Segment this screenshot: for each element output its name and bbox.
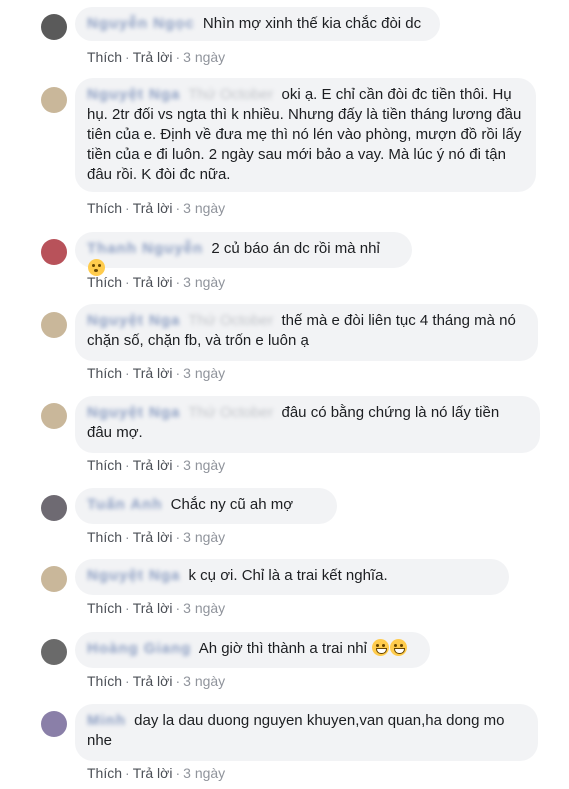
timestamp[interactable]: 3 ngày bbox=[183, 765, 225, 781]
commenter-name[interactable]: Nguyệt Nga bbox=[87, 312, 180, 329]
separator: · bbox=[175, 457, 181, 473]
comment-text: Chắc ny cũ ah mợ bbox=[170, 496, 294, 513]
comment-actions: Thích · Trả lời · 3 ngày bbox=[87, 764, 225, 782]
separator: · bbox=[125, 457, 130, 473]
comment-actions: Thích · Trả lời · 3 ngày bbox=[87, 672, 225, 690]
timestamp[interactable]: 3 ngày bbox=[183, 457, 225, 473]
separator: · bbox=[125, 200, 130, 216]
comment-actions: Thích · Trả lời · 3 ngày bbox=[87, 48, 225, 66]
like-link[interactable]: Thích bbox=[87, 529, 122, 545]
avatar[interactable] bbox=[41, 403, 67, 429]
timestamp[interactable]: 3 ngày bbox=[183, 600, 225, 616]
comment-bubble: Minh day la dau duong nguyen khuyen,van … bbox=[75, 704, 538, 761]
laughing-face-emoji-icon bbox=[390, 639, 408, 656]
comment-actions: Thích · Trả lời · 3 ngày bbox=[87, 199, 225, 217]
avatar[interactable] bbox=[41, 312, 67, 338]
reply-link[interactable]: Trả lời bbox=[133, 765, 173, 781]
like-link[interactable]: Thích bbox=[87, 274, 122, 290]
like-link[interactable]: Thích bbox=[87, 600, 122, 616]
commenter-subtitle: Thứ October bbox=[188, 404, 274, 421]
avatar[interactable] bbox=[41, 566, 67, 592]
laughing-face-emoji-icon bbox=[372, 639, 390, 656]
reply-link[interactable]: Trả lời bbox=[133, 274, 173, 290]
avatar[interactable] bbox=[41, 639, 67, 665]
avatar[interactable] bbox=[41, 711, 67, 737]
separator: · bbox=[175, 673, 181, 689]
comment-text: Nhìn mợ xinh thế kia chắc đòi dc bbox=[202, 15, 422, 32]
separator: · bbox=[125, 765, 130, 781]
separator: · bbox=[175, 529, 181, 545]
comment-actions: Thích · Trả lời · 3 ngày bbox=[87, 364, 225, 382]
comment-text: 2 củ báo án dc rồi mà nhỉ bbox=[211, 240, 380, 257]
timestamp[interactable]: 3 ngày bbox=[183, 365, 225, 381]
comment-text: day la dau duong nguyen khuyen,van quan,… bbox=[87, 712, 505, 749]
commenter-subtitle: Thứ October bbox=[188, 86, 274, 103]
separator: · bbox=[125, 600, 130, 616]
reply-link[interactable]: Trả lời bbox=[133, 49, 173, 65]
reply-link[interactable]: Trả lời bbox=[133, 529, 173, 545]
commenter-name[interactable]: Thanh Nguyễn bbox=[87, 240, 203, 257]
commenter-name[interactable]: Hoàng Giang bbox=[87, 640, 191, 657]
commenter-name[interactable]: Tuấn Anh bbox=[87, 496, 163, 513]
timestamp[interactable]: 3 ngày bbox=[183, 49, 225, 65]
separator: · bbox=[125, 274, 130, 290]
separator: · bbox=[175, 274, 181, 290]
comment-text: Ah giờ thì thành a trai nhỉ bbox=[198, 640, 367, 657]
comment-bubble: Nguyệt Nga Thứ October oki ạ. E chỉ cần … bbox=[75, 78, 536, 192]
comment-bubble: Thanh Nguyễn 2 củ báo án dc rồi mà nhỉ bbox=[75, 232, 412, 276]
like-link[interactable]: Thích bbox=[87, 457, 122, 473]
commenter-subtitle: Thứ October bbox=[188, 312, 274, 329]
like-link[interactable]: Thích bbox=[87, 365, 122, 381]
like-link[interactable]: Thích bbox=[87, 49, 122, 65]
comment-actions: Thích · Trả lời · 3 ngày bbox=[87, 273, 225, 291]
reply-link[interactable]: Trả lời bbox=[133, 457, 173, 473]
like-link[interactable]: Thích bbox=[87, 200, 122, 216]
comment-bubble: Nguyệt Nga Thứ October thế mà e đòi liên… bbox=[75, 304, 538, 361]
reply-link[interactable]: Trả lời bbox=[133, 200, 173, 216]
comment-actions: Thích · Trả lời · 3 ngày bbox=[87, 599, 225, 617]
comment-actions: Thích · Trả lời · 3 ngày bbox=[87, 456, 225, 474]
avatar[interactable] bbox=[41, 239, 67, 265]
separator: · bbox=[125, 365, 130, 381]
timestamp[interactable]: 3 ngày bbox=[183, 529, 225, 545]
separator: · bbox=[125, 529, 130, 545]
reply-link[interactable]: Trả lời bbox=[133, 365, 173, 381]
timestamp[interactable]: 3 ngày bbox=[183, 200, 225, 216]
separator: · bbox=[175, 600, 181, 616]
commenter-name[interactable]: Nguyệt Nga bbox=[87, 86, 180, 103]
like-link[interactable]: Thích bbox=[87, 673, 122, 689]
timestamp[interactable]: 3 ngày bbox=[183, 274, 225, 290]
separator: · bbox=[175, 765, 181, 781]
comment-bubble: Nguyễn Ngọc Nhìn mợ xinh thế kia chắc đò… bbox=[75, 7, 440, 41]
reply-link[interactable]: Trả lời bbox=[133, 600, 173, 616]
timestamp[interactable]: 3 ngày bbox=[183, 673, 225, 689]
commenter-name[interactable]: Minh bbox=[87, 712, 126, 729]
reply-link[interactable]: Trả lời bbox=[133, 673, 173, 689]
like-link[interactable]: Thích bbox=[87, 765, 122, 781]
comment-bubble: Tuấn Anh Chắc ny cũ ah mợ bbox=[75, 488, 337, 524]
commenter-name[interactable]: Nguyệt Nga bbox=[87, 404, 180, 421]
avatar[interactable] bbox=[41, 495, 67, 521]
separator: · bbox=[125, 673, 130, 689]
separator: · bbox=[175, 365, 181, 381]
commenter-name[interactable]: Nguyệt Nga bbox=[87, 567, 180, 584]
comment-text: k cụ ơi. Chỉ là a trai kết nghĩa. bbox=[188, 567, 388, 584]
separator: · bbox=[175, 49, 181, 65]
comment-bubble: Nguyệt Nga k cụ ơi. Chỉ là a trai kết ng… bbox=[75, 559, 509, 595]
comment-bubble: Nguyệt Nga Thứ October đâu có bằng chứng… bbox=[75, 396, 540, 453]
comment-actions: Thích · Trả lời · 3 ngày bbox=[87, 528, 225, 546]
separator: · bbox=[175, 200, 181, 216]
separator: · bbox=[125, 49, 130, 65]
avatar[interactable] bbox=[41, 14, 67, 40]
comment-bubble: Hoàng Giang Ah giờ thì thành a trai nhỉ bbox=[75, 632, 430, 668]
avatar[interactable] bbox=[41, 87, 67, 113]
commenter-name[interactable]: Nguyễn Ngọc bbox=[87, 15, 195, 32]
